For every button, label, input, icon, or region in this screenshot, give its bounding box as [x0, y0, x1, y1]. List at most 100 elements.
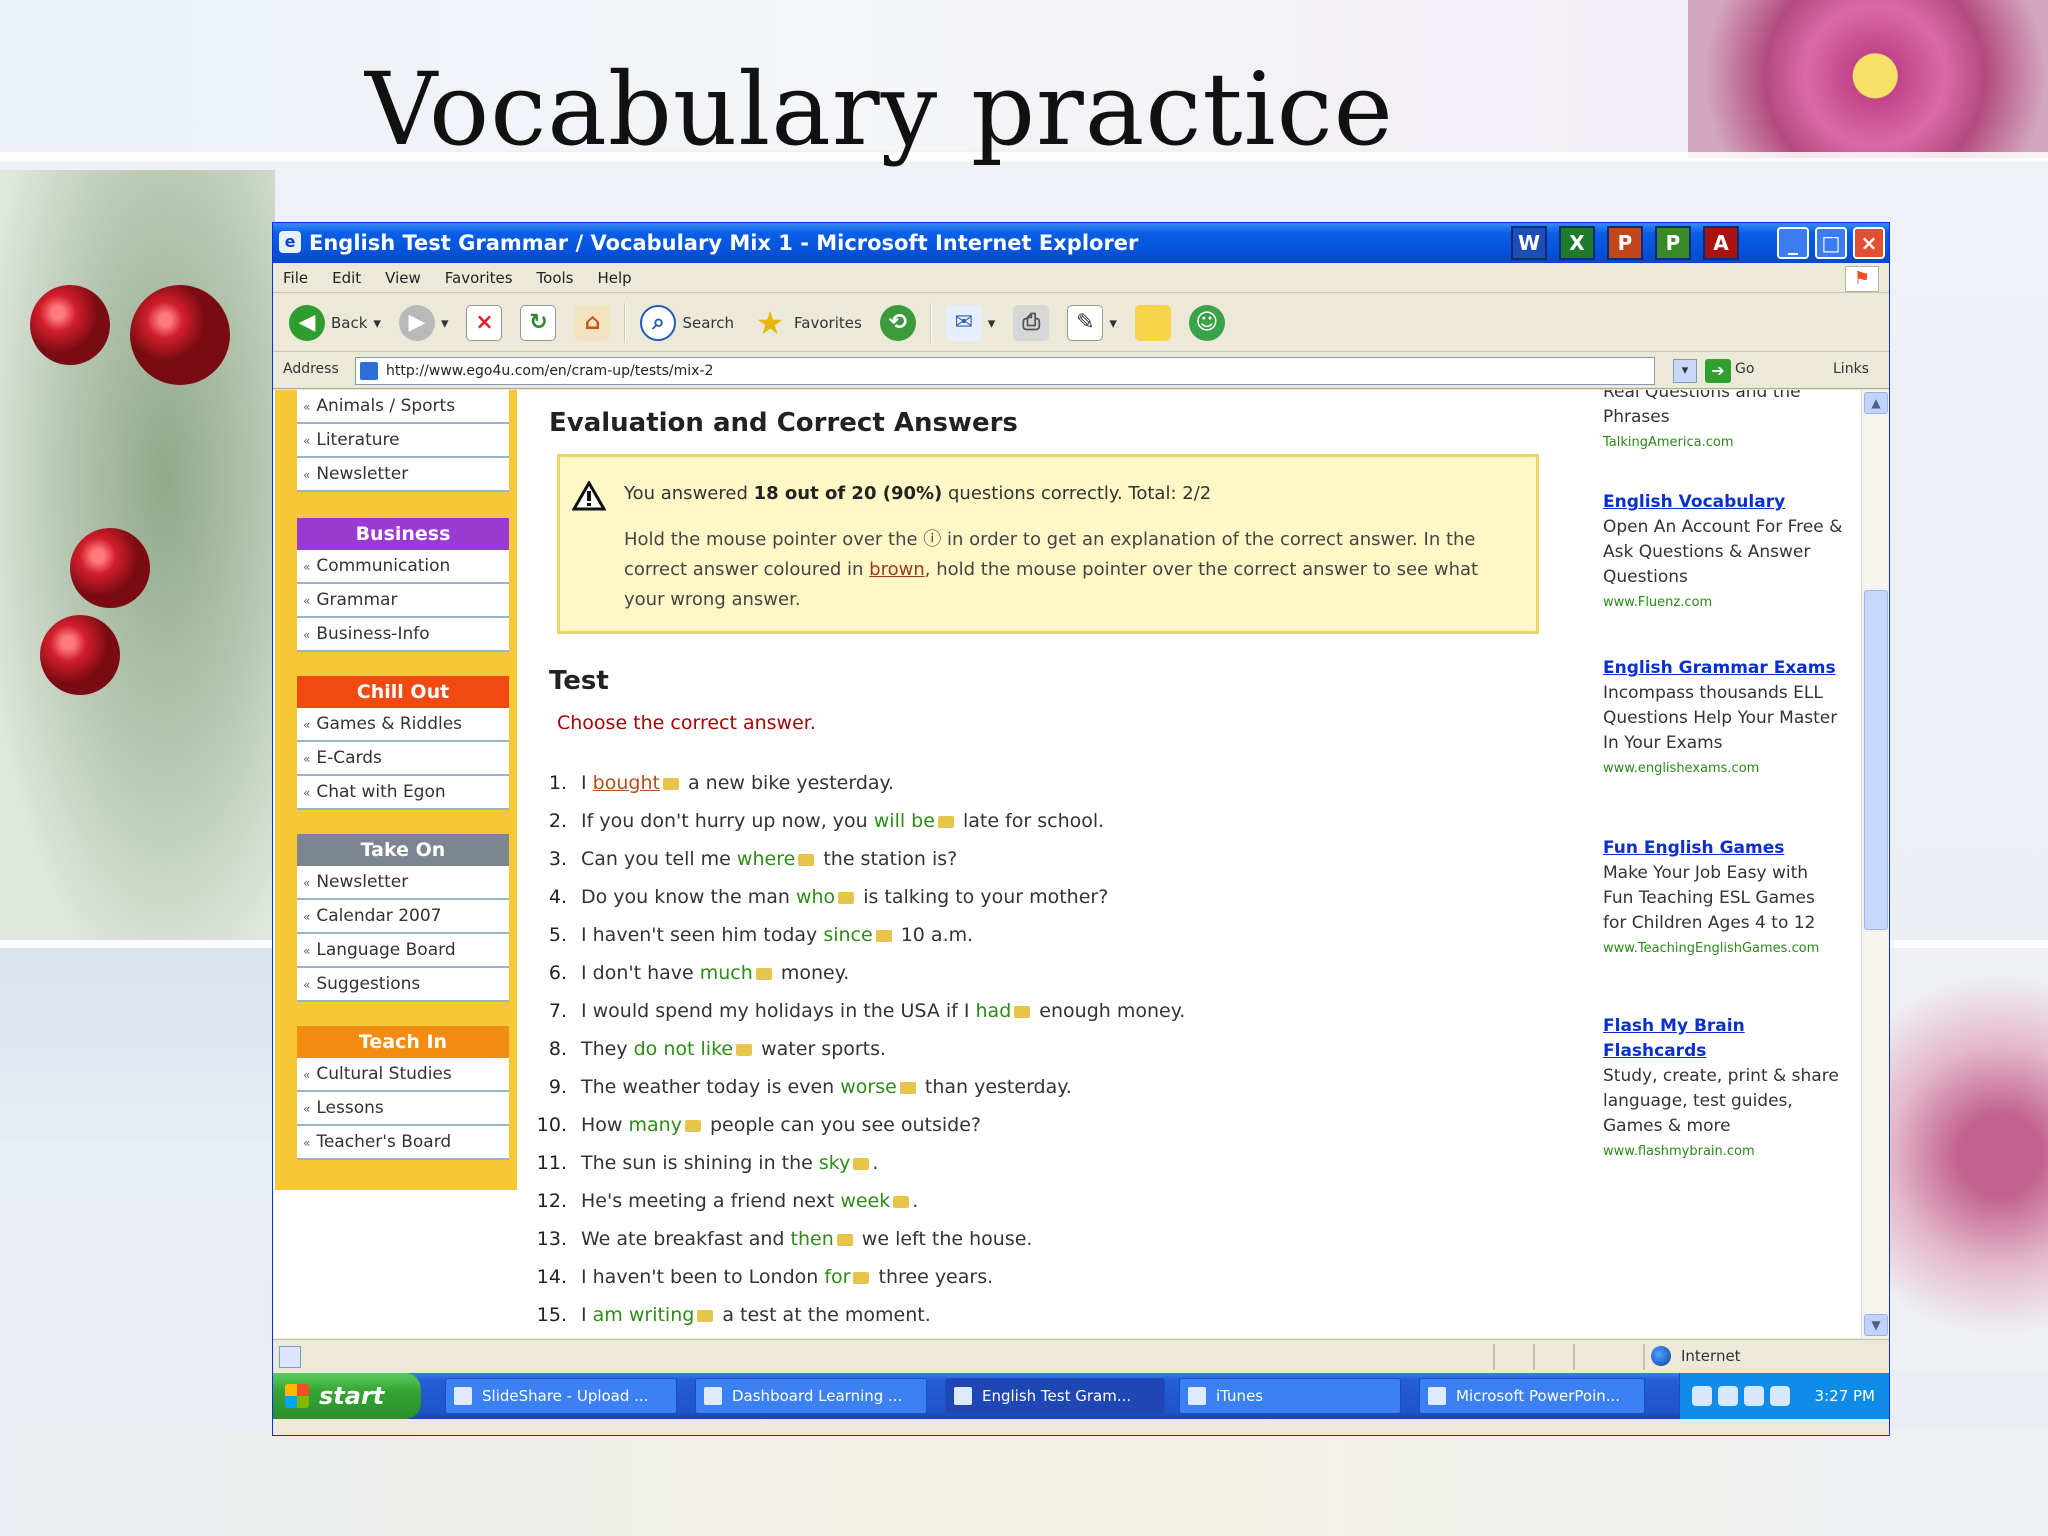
tray-icon[interactable] — [1770, 1386, 1790, 1406]
ad-url[interactable]: www.TeachingEnglishGames.com — [1603, 936, 1843, 961]
info-icon[interactable] — [937, 815, 954, 828]
tray-icon[interactable] — [1718, 1386, 1738, 1406]
vertical-scrollbar[interactable]: ▲ ▼ — [1861, 390, 1889, 1338]
go-button[interactable]: Go — [1735, 361, 1754, 377]
powerpoint-icon[interactable]: P — [1607, 226, 1643, 260]
ad-title-link[interactable]: Flash My Brain Flashcards — [1603, 1014, 1843, 1064]
info-icon[interactable] — [798, 853, 815, 866]
answer[interactable]: do not like — [634, 1038, 733, 1060]
history-button[interactable]: ⟲ — [876, 300, 920, 346]
answer[interactable]: week — [840, 1190, 890, 1212]
word-icon[interactable]: W — [1511, 226, 1547, 260]
home-button[interactable]: ⌂ — [570, 300, 614, 346]
tray-icon[interactable] — [1692, 1386, 1712, 1406]
info-icon[interactable] — [1014, 1005, 1031, 1018]
answer[interactable]: who — [796, 886, 835, 908]
maximize-button[interactable]: □ — [1815, 227, 1847, 259]
stop-button[interactable]: × — [462, 300, 506, 346]
search-button[interactable]: ⌕ Search — [636, 300, 738, 346]
answer[interactable]: much — [700, 962, 753, 984]
close-button[interactable]: × — [1853, 227, 1885, 259]
info-icon[interactable] — [893, 1195, 910, 1208]
scroll-down-icon[interactable]: ▼ — [1864, 1314, 1888, 1336]
taskbar-button[interactable]: SlideShare - Upload ... — [445, 1378, 677, 1414]
nav-item[interactable]: Literature — [297, 424, 509, 458]
menu-favorites[interactable]: Favorites — [445, 263, 513, 292]
answer[interactable]: for — [824, 1266, 850, 1288]
nav-item[interactable]: Suggestions — [297, 968, 509, 1002]
publisher-icon[interactable]: P — [1655, 226, 1691, 260]
info-icon[interactable] — [736, 1043, 753, 1056]
scroll-up-icon[interactable]: ▲ — [1864, 392, 1888, 414]
nav-item[interactable]: Chat with Egon — [297, 776, 509, 810]
ad-title-link[interactable]: English Vocabulary — [1603, 490, 1843, 515]
info-icon[interactable] — [838, 891, 855, 904]
go-arrow-icon[interactable]: ➔ — [1705, 359, 1731, 383]
info-icon[interactable] — [853, 1271, 870, 1284]
acrobat-icon[interactable]: A — [1703, 226, 1739, 260]
nav-item[interactable]: Cultural Studies — [297, 1058, 509, 1092]
taskbar-button[interactable]: Microsoft PowerPoin... — [1419, 1378, 1645, 1414]
info-icon[interactable] — [684, 1119, 701, 1132]
answer[interactable]: will be — [874, 810, 935, 832]
ad-title-link[interactable]: Fun English Games — [1603, 836, 1843, 861]
ad-url[interactable]: www.Fluenz.com — [1603, 590, 1843, 615]
ad-url[interactable]: www.englishexams.com — [1603, 756, 1843, 781]
nav-item[interactable]: Language Board — [297, 934, 509, 968]
info-icon[interactable] — [697, 1309, 714, 1322]
taskbar-button[interactable]: Dashboard Learning ... — [695, 1378, 927, 1414]
edit-button[interactable]: ✎ ▾ — [1063, 300, 1121, 346]
ad-title-link[interactable]: English Grammar Exams — [1603, 656, 1843, 681]
answer[interactable]: since — [823, 924, 872, 946]
info-icon[interactable] — [853, 1157, 870, 1170]
nav-heading[interactable]: Teach In — [297, 1026, 509, 1058]
messenger-button[interactable]: ☺ — [1185, 300, 1229, 346]
menu-edit[interactable]: Edit — [332, 263, 361, 292]
answer[interactable]: sky — [819, 1152, 850, 1174]
taskbar-button[interactable]: English Test Gram... — [945, 1378, 1165, 1414]
nav-item[interactable]: Lessons — [297, 1092, 509, 1126]
nav-heading[interactable]: Take On — [297, 834, 509, 866]
menu-help[interactable]: Help — [598, 263, 632, 292]
nav-item[interactable]: Business-Info — [297, 618, 509, 652]
answer[interactable]: had — [976, 1000, 1012, 1022]
nav-item[interactable]: Newsletter — [297, 458, 509, 492]
back-button[interactable]: ◀ Back ▾ — [285, 300, 385, 346]
nav-item[interactable]: Animals / Sports — [297, 390, 509, 424]
nav-item[interactable]: E-Cards — [297, 742, 509, 776]
info-icon[interactable] — [755, 967, 772, 980]
excel-icon[interactable]: X — [1559, 226, 1595, 260]
answer[interactable]: where — [737, 848, 795, 870]
answer[interactable]: many — [629, 1114, 682, 1136]
start-button[interactable]: start — [273, 1373, 421, 1419]
nav-item[interactable]: Communication — [297, 550, 509, 584]
nav-heading[interactable]: Business — [297, 518, 509, 550]
answer[interactable]: then — [791, 1228, 834, 1250]
info-icon[interactable] — [662, 777, 679, 790]
refresh-button[interactable]: ↻ — [516, 300, 560, 346]
info-icon[interactable] — [836, 1233, 853, 1246]
brown-word-link[interactable]: brown — [869, 559, 925, 580]
tray-icon[interactable] — [1744, 1386, 1764, 1406]
menu-view[interactable]: View — [385, 263, 421, 292]
ad-url[interactable]: www.flashmybrain.com — [1603, 1139, 1843, 1164]
minimize-button[interactable]: _ — [1777, 227, 1809, 259]
nav-item[interactable]: Calendar 2007 — [297, 900, 509, 934]
notes-button[interactable] — [1131, 300, 1175, 346]
address-dropdown-icon[interactable]: ▾ — [1673, 359, 1697, 383]
info-icon[interactable] — [899, 1081, 916, 1094]
taskbar-button[interactable]: iTunes — [1179, 1378, 1401, 1414]
mail-button[interactable]: ✉ ▾ — [942, 300, 1000, 346]
nav-item[interactable]: Newsletter — [297, 866, 509, 900]
answer[interactable]: bought — [593, 772, 660, 794]
forward-button[interactable]: ▶ ▾ — [395, 300, 453, 346]
favorites-button[interactable]: ★ Favorites — [748, 300, 866, 346]
window-titlebar[interactable]: e English Test Grammar / Vocabulary Mix … — [273, 223, 1889, 263]
print-button[interactable]: ⎙ — [1009, 300, 1053, 346]
info-icon[interactable] — [875, 929, 892, 942]
ad-url[interactable]: TalkingAmerica.com — [1603, 430, 1843, 455]
scrollbar-thumb[interactable] — [1864, 590, 1888, 930]
menu-file[interactable]: File — [283, 263, 308, 292]
nav-item[interactable]: Games & Riddles — [297, 708, 509, 742]
address-input[interactable]: http://www.ego4u.com/en/cram-up/tests/mi… — [355, 357, 1655, 385]
